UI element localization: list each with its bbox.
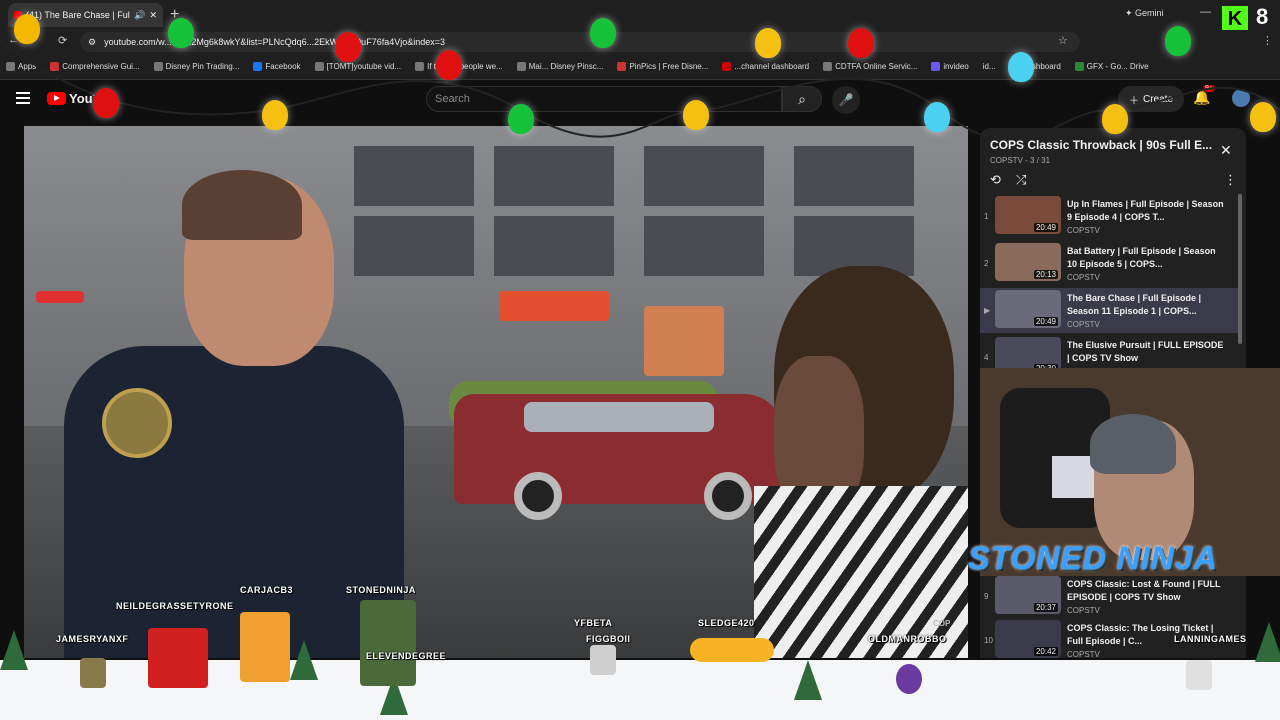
chatter-name: SLEDGE420 <box>698 618 755 628</box>
christmas-light-icon <box>1102 104 1128 134</box>
video-thumbnail[interactable]: 20:49 <box>995 290 1061 328</box>
video-frame-car <box>454 394 784 520</box>
chatter-sprite <box>1186 660 1212 690</box>
chatter-sprite <box>360 600 416 686</box>
christmas-light-icon <box>683 100 709 130</box>
close-icon[interactable]: ✕ <box>1220 142 1232 159</box>
tree-icon <box>0 630 28 670</box>
tree-icon <box>1255 622 1280 662</box>
chatter-name: NEILDEGRASSETYRONE <box>116 601 234 611</box>
christmas-light-icon <box>1165 26 1191 56</box>
playlist-item[interactable]: 9 20:37 COPS Classic: Lost & Found | FUL… <box>980 574 1240 619</box>
christmas-light-icon <box>848 28 874 58</box>
christmas-light-icon <box>1250 102 1276 132</box>
tree-icon <box>794 660 822 700</box>
playlist-scrollbar[interactable] <box>1238 194 1242 344</box>
chatter-name: OLDMANROBBO <box>868 634 947 644</box>
christmas-light-icon <box>168 18 194 48</box>
chatter-sprite <box>240 612 290 682</box>
christmas-light-icon <box>1008 52 1034 82</box>
chatter-sprite <box>690 638 774 662</box>
tree-icon <box>290 640 318 680</box>
chatter-sprite <box>896 664 922 694</box>
christmas-light-icon <box>93 88 119 118</box>
christmas-lights-wire <box>0 39 1280 140</box>
video-frame-woman <box>754 266 968 658</box>
chatter-name: CARJACB3 <box>240 585 294 595</box>
christmas-light-icon <box>590 18 616 48</box>
chatter-name: ELEVENDEGREE <box>366 651 447 661</box>
playlist-item[interactable]: 1 20:49 Up In Flames | Full Episode | Se… <box>980 194 1240 239</box>
more-options-icon[interactable]: ⋮ <box>1224 172 1237 188</box>
christmas-light-icon <box>14 14 40 44</box>
christmas-light-icon <box>262 100 288 130</box>
video-thumbnail[interactable]: 20:49 <box>995 196 1061 234</box>
shuffle-icon[interactable]: ⤮ <box>1016 172 1026 188</box>
christmas-light-icon <box>335 32 361 62</box>
playlist-title[interactable]: COPS Classic Throwback | 90s Full E... <box>990 138 1220 152</box>
chatter-name: LANNINGAMES <box>1174 634 1247 644</box>
chatter-name: JAMESRYANXF <box>56 634 129 644</box>
playlist-item-current[interactable]: ▶ 20:49 The Bare Chase | Full Episode | … <box>980 288 1240 333</box>
playlist-panel-lower: 9 20:37 COPS Classic: Lost & Found | FUL… <box>980 572 1246 659</box>
screen: (41) The Bare Chase | Full E 🔊 ✕ + ✦ Gem… <box>0 0 1280 720</box>
loop-icon[interactable]: ⟲ <box>990 172 1001 188</box>
video-thumbnail[interactable]: 20:42 <box>995 620 1061 658</box>
christmas-light-icon <box>436 50 462 80</box>
playlist-item[interactable]: 2 20:13 Bat Battery | Full Episode | Sea… <box>980 241 1240 286</box>
chatter-name: STONEDNINJA <box>346 585 416 595</box>
streamer-name-overlay: STONED NINJA <box>968 540 1218 576</box>
chatter-sprite <box>80 658 106 688</box>
chatter-name: FIGGBOII <box>586 634 631 644</box>
chatter-sprite <box>590 645 616 675</box>
playlist-meta: COPSTV - 3 / 31 <box>990 156 1051 165</box>
chatter-name: YFBETA <box>574 618 613 628</box>
christmas-light-icon <box>755 28 781 58</box>
christmas-light-icon <box>508 104 534 134</box>
video-thumbnail[interactable]: 20:37 <box>995 576 1061 614</box>
video-player[interactable]: COP <box>24 126 968 658</box>
video-watermark: COP <box>933 619 951 628</box>
christmas-light-icon <box>924 102 950 132</box>
chatter-sprite <box>148 628 208 688</box>
video-thumbnail[interactable]: 20:13 <box>995 243 1061 281</box>
